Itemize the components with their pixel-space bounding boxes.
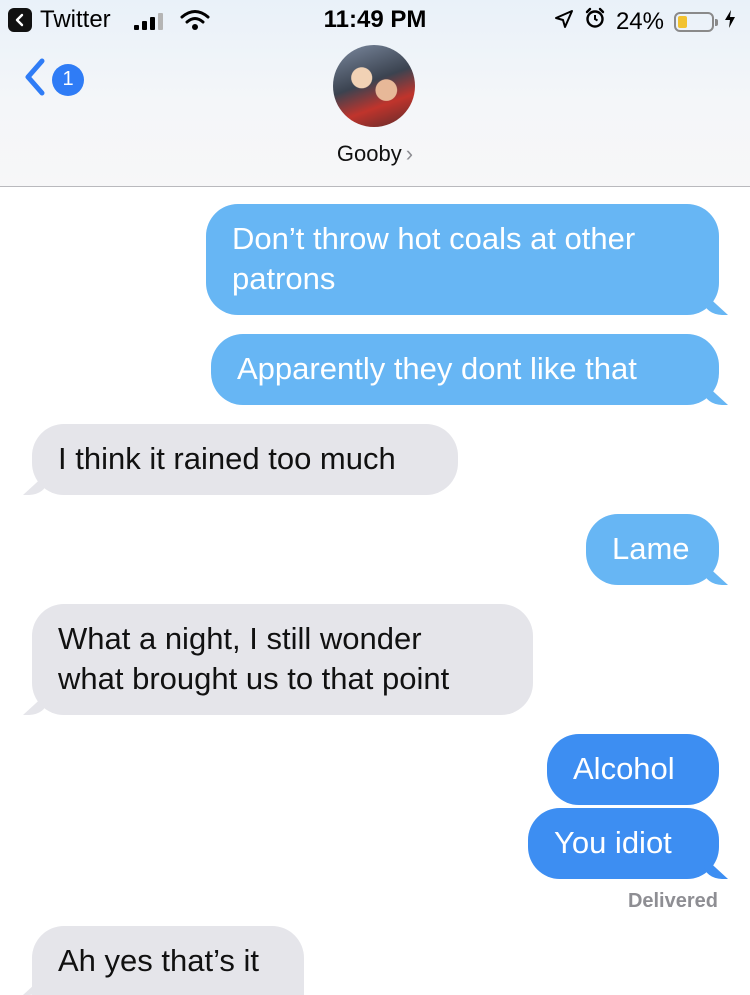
message-text-line: Ah yes that’s it: [58, 943, 260, 978]
message-text-line: What a night, I still wonder: [58, 621, 422, 656]
conversation-header: Twitter 11:49 PM 24% 1 Gooby ›: [0, 0, 750, 187]
chevron-right-icon: ›: [405, 141, 414, 166]
message-text-line: what brought us to that point: [58, 661, 450, 696]
message-bubble[interactable]: Alcohol: [547, 734, 719, 805]
status-bar: Twitter 11:49 PM 24%: [0, 0, 750, 40]
message-bubble[interactable]: I think it rained too much: [32, 424, 458, 495]
message-bubble[interactable]: What a night, I still wonder what brough…: [32, 604, 533, 715]
delivered-status: Delivered: [627, 890, 718, 912]
message-bubble[interactable]: You idiot: [528, 808, 719, 879]
message-bubble[interactable]: Don’t throw hot coals at other patrons: [206, 204, 719, 315]
battery-percent: 24%: [615, 7, 664, 35]
message-text-line: You idiot: [554, 825, 672, 860]
message-bubble[interactable]: Ah yes that’s it: [32, 926, 304, 995]
unread-badge: 1: [52, 63, 84, 96]
messages-screen: Twitter 11:49 PM 24% 1 Gooby › Don’t thr…: [0, 0, 750, 995]
message-text-line: Don’t throw hot coals at other: [232, 221, 636, 256]
message-bubble[interactable]: Lame: [586, 514, 719, 585]
back-button[interactable]: 1: [24, 58, 84, 101]
contact-name-button[interactable]: Gooby ›: [0, 141, 750, 167]
battery-icon: [674, 11, 718, 32]
message-text-line: patrons: [232, 261, 336, 296]
message-text-line: Alcohol: [573, 751, 675, 786]
message-bubble[interactable]: Apparently they dont like that: [211, 334, 719, 405]
charging-bolt-icon: [724, 8, 736, 36]
message-text-line: Lame: [612, 531, 690, 566]
contact-name: Gooby: [336, 141, 402, 166]
status-right: 24%: [554, 7, 736, 36]
contact-avatar[interactable]: [333, 45, 415, 127]
alarm-icon: [584, 7, 606, 36]
back-chevron-icon: [24, 58, 46, 101]
location-arrow-icon: [554, 8, 574, 36]
message-text-line: I think it rained too much: [58, 441, 396, 476]
message-text-line: Apparently they dont like that: [237, 351, 637, 386]
